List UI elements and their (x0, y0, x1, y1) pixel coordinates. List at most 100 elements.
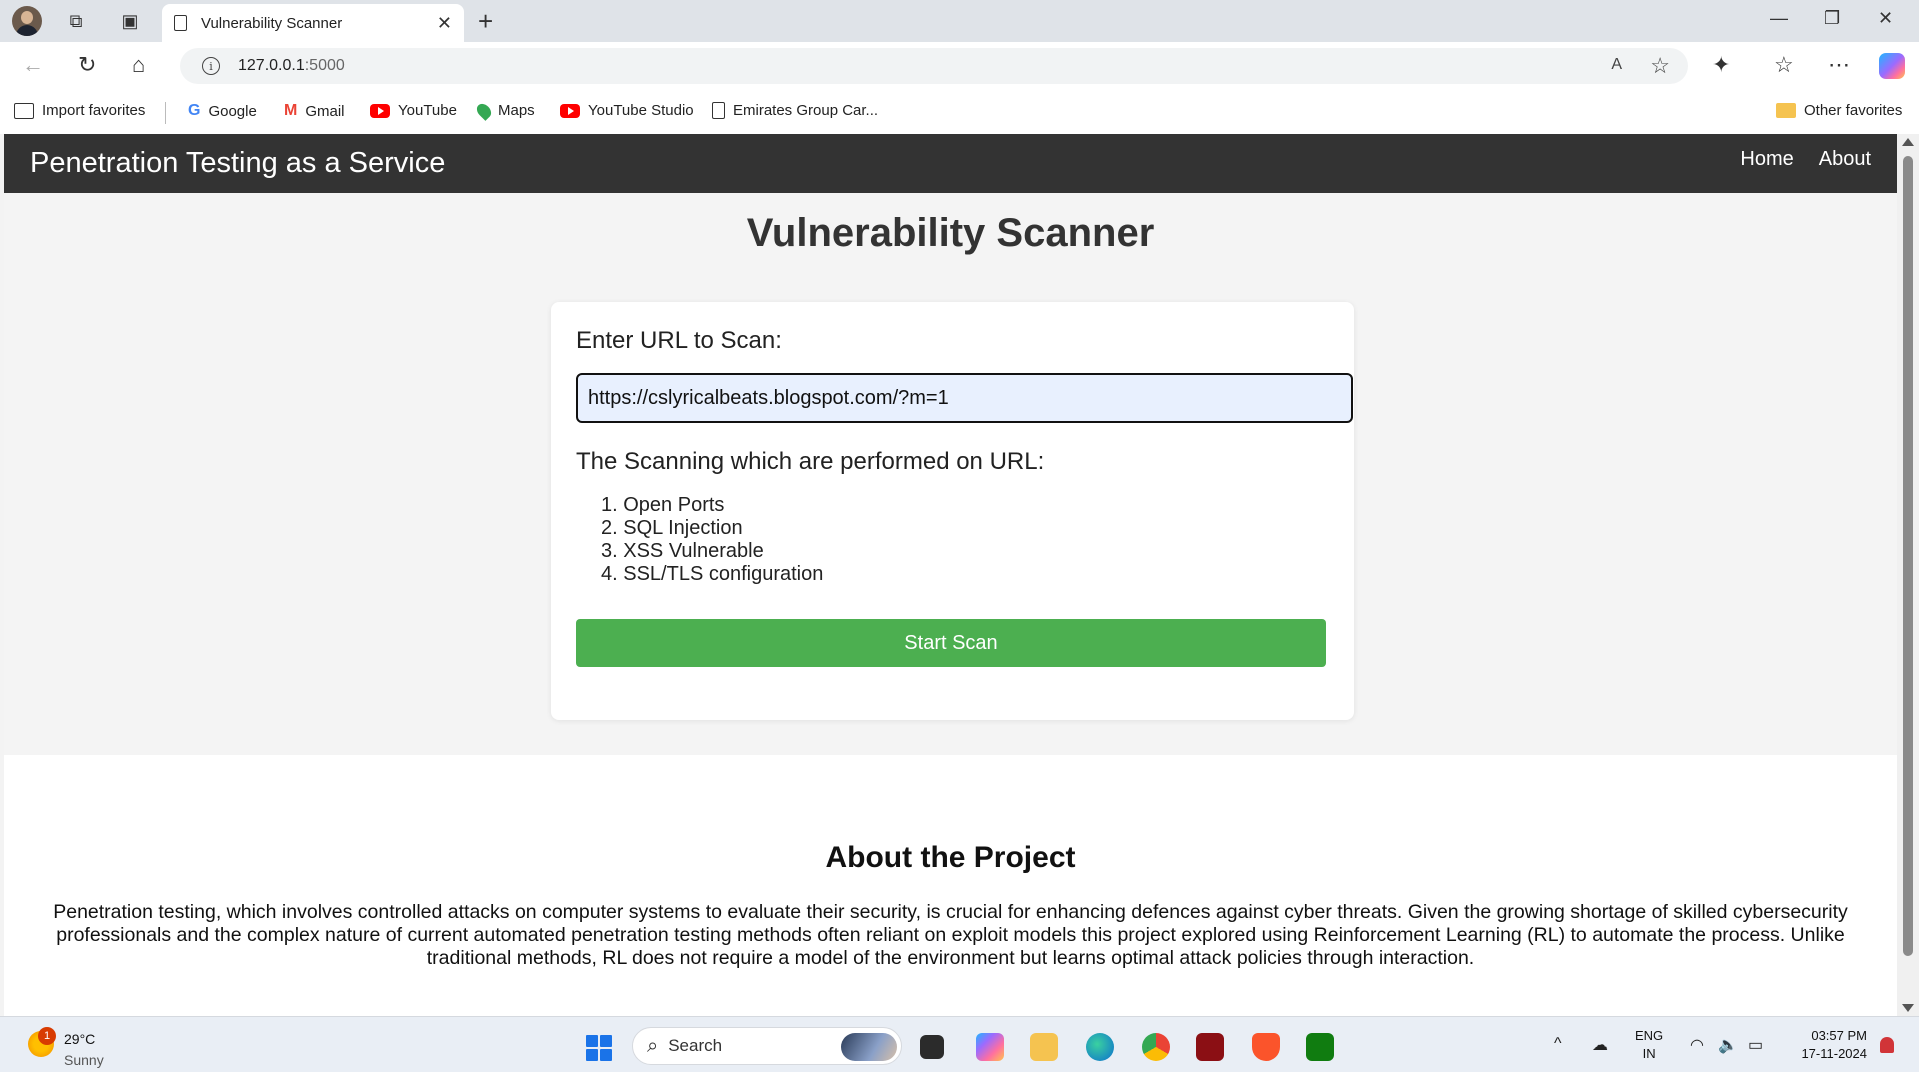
favorite-star-icon[interactable]: ☆ (1650, 53, 1670, 79)
fav-other-favorites[interactable]: Other favorites (1776, 102, 1902, 119)
fav-gmail[interactable]: M Gmail (284, 102, 345, 120)
page-scrollbar[interactable] (1897, 134, 1919, 1016)
scroll-thumb[interactable] (1903, 156, 1913, 956)
copilot-taskbar-icon[interactable] (976, 1033, 1004, 1061)
list-number: 2. (601, 517, 618, 539)
lang-line1: ENG (1635, 1028, 1664, 1043)
address-port: :5000 (304, 57, 345, 74)
list-item: 4. SSL/TLS configuration (601, 563, 823, 586)
list-item: 3. XSS Vulnerable (601, 540, 823, 563)
scan-form-card: Enter URL to Scan: The Scanning which ar… (551, 302, 1354, 720)
read-aloud-icon[interactable]: A (1611, 56, 1622, 74)
search-icon: ⌕ (647, 1034, 659, 1057)
scans-heading: The Scanning which are performed on URL: (576, 448, 1045, 475)
edge-icon[interactable] (1086, 1033, 1114, 1061)
kali-app-icon[interactable] (1196, 1033, 1224, 1061)
scanner-section: Vulnerability Scanner Enter URL to Scan:… (4, 193, 1897, 755)
fav-youtube-studio[interactable]: YouTube Studio (560, 102, 694, 119)
scroll-down-arrow[interactable] (1902, 1004, 1914, 1012)
list-label: XSS Vulnerable (623, 540, 764, 562)
minimize-button[interactable]: — (1770, 8, 1788, 29)
list-item: 1. Open Ports (601, 494, 823, 517)
browser-toolbar: ← ↻ ⌂ i 127.0.0.1:5000 A ☆ ✦ ☆ ⋯ (0, 42, 1919, 90)
address-bar[interactable]: i 127.0.0.1:5000 A ☆ (180, 48, 1688, 84)
home-button[interactable]: ⌂ (132, 52, 145, 78)
fav-import-favorites[interactable]: Import favorites (14, 102, 145, 119)
wifi-icon[interactable]: ◠ (1690, 1035, 1704, 1055)
search-highlight-icon (841, 1033, 897, 1061)
close-tab-icon[interactable]: ✕ (437, 13, 452, 34)
nav-about-link[interactable]: About (1819, 148, 1871, 171)
restore-button[interactable]: ❐ (1824, 8, 1840, 29)
volume-icon[interactable]: 🔈 (1718, 1035, 1738, 1055)
fav-label: Google (208, 102, 257, 120)
list-number: 1. (601, 494, 618, 516)
youtube-studio-icon (560, 103, 580, 118)
gmail-icon: M (284, 102, 298, 119)
task-view-icon[interactable] (920, 1035, 944, 1059)
close-window-button[interactable]: ✕ (1878, 8, 1893, 29)
favorites-divider (165, 102, 166, 124)
fav-maps[interactable]: Maps (474, 100, 535, 121)
page-title: Vulnerability Scanner (746, 211, 1155, 255)
fav-google[interactable]: G Google (188, 102, 257, 120)
import-icon (14, 102, 34, 119)
site-info-icon[interactable]: i (202, 57, 220, 75)
fav-emirates-group[interactable]: Emirates Group Car... (712, 102, 878, 119)
tab-vulnerability-scanner[interactable]: Vulnerability Scanner ✕ (162, 4, 464, 42)
chrome-icon[interactable] (1142, 1033, 1170, 1061)
browser-titlebar: ⧉ ▣ Vulnerability Scanner ✕ + — ❐ ✕ (0, 0, 1919, 42)
document-icon (712, 102, 725, 119)
vertical-tabs-icon[interactable]: ▣ (116, 8, 144, 34)
about-title: About the Project (825, 841, 1076, 874)
scroll-up-arrow[interactable] (1902, 138, 1914, 146)
scan-types-list: 1. Open Ports 2. SQL Injection 3. XSS Vu… (601, 494, 823, 586)
onedrive-icon[interactable]: ☁ (1592, 1035, 1608, 1055)
language-indicator[interactable]: ENG IN (1635, 1027, 1663, 1063)
xbox-icon[interactable] (1306, 1033, 1334, 1061)
fav-label: Gmail (305, 102, 345, 120)
weather-badge: 1 (38, 1027, 56, 1045)
address-host: 127.0.0.1 (238, 57, 305, 74)
refresh-button[interactable]: ↻ (78, 52, 96, 78)
new-tab-button[interactable]: + (478, 6, 493, 37)
list-number: 4. (601, 563, 618, 585)
youtube-icon (370, 103, 390, 118)
nav-home-link[interactable]: Home (1740, 148, 1793, 171)
extensions-icon[interactable]: ✦ (1712, 52, 1730, 78)
site-brand: Penetration Testing as a Service (30, 147, 446, 179)
list-item: 2. SQL Injection (601, 517, 823, 540)
more-menu-icon[interactable]: ⋯ (1828, 52, 1850, 78)
file-explorer-icon[interactable] (1030, 1033, 1058, 1061)
maps-icon (474, 100, 494, 121)
workspaces-icon[interactable]: ⧉ (62, 8, 90, 34)
taskbar-search[interactable]: ⌕ Search (632, 1027, 902, 1065)
tab-title: Vulnerability Scanner (201, 14, 343, 32)
system-clock[interactable]: 03:57 PM 17-11-2024 (1785, 1027, 1867, 1063)
fav-youtube[interactable]: YouTube (370, 102, 457, 119)
fav-label: YouTube Studio (588, 102, 694, 119)
weather-desc[interactable]: Sunny (64, 1052, 104, 1068)
url-input[interactable] (576, 373, 1353, 423)
weather-temp[interactable]: 29°C (64, 1031, 95, 1047)
about-text: Penetration testing, which involves cont… (53, 901, 1848, 969)
start-menu-icon[interactable] (586, 1035, 612, 1061)
page-viewport: Penetration Testing as a Service Home Ab… (4, 134, 1897, 1016)
fav-label: Import favorites (42, 102, 146, 119)
brave-icon[interactable] (1252, 1033, 1280, 1061)
battery-icon[interactable]: ▭ (1748, 1035, 1763, 1055)
list-label: SSL/TLS configuration (623, 563, 824, 585)
notification-bell-icon[interactable] (1880, 1037, 1894, 1053)
show-hidden-icons[interactable]: ^ (1554, 1035, 1562, 1053)
fav-label: Other favorites (1804, 102, 1903, 119)
back-button[interactable]: ← (22, 52, 44, 78)
start-scan-button[interactable]: Start Scan (576, 619, 1326, 667)
clock-date: 17-11-2024 (1801, 1046, 1867, 1061)
search-placeholder: Search (668, 1036, 723, 1055)
copilot-icon[interactable] (1879, 53, 1905, 79)
clock-time: 03:57 PM (1811, 1028, 1867, 1043)
fav-label: YouTube (398, 102, 457, 119)
profile-avatar[interactable] (12, 6, 42, 36)
favorites-icon[interactable]: ☆ (1774, 52, 1794, 78)
google-icon: G (188, 102, 201, 119)
